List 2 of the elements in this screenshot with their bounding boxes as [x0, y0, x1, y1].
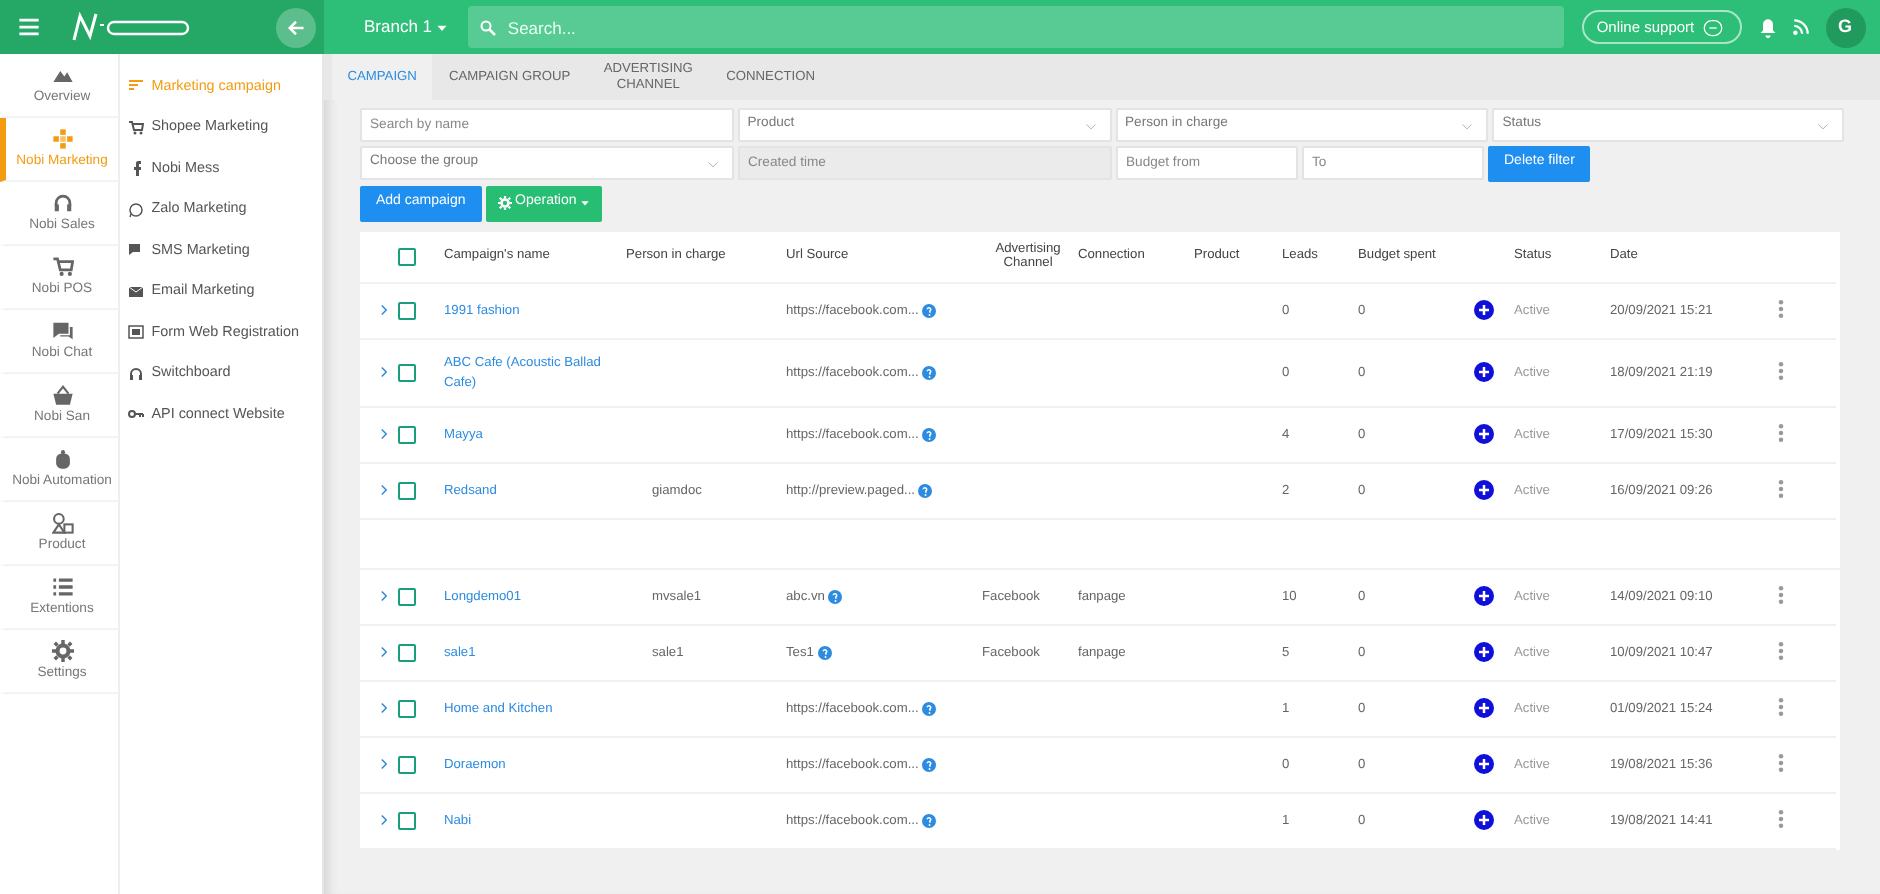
branch-selector[interactable]: Branch 1 — [324, 14, 468, 40]
user-avatar[interactable]: G — [1825, 7, 1865, 47]
